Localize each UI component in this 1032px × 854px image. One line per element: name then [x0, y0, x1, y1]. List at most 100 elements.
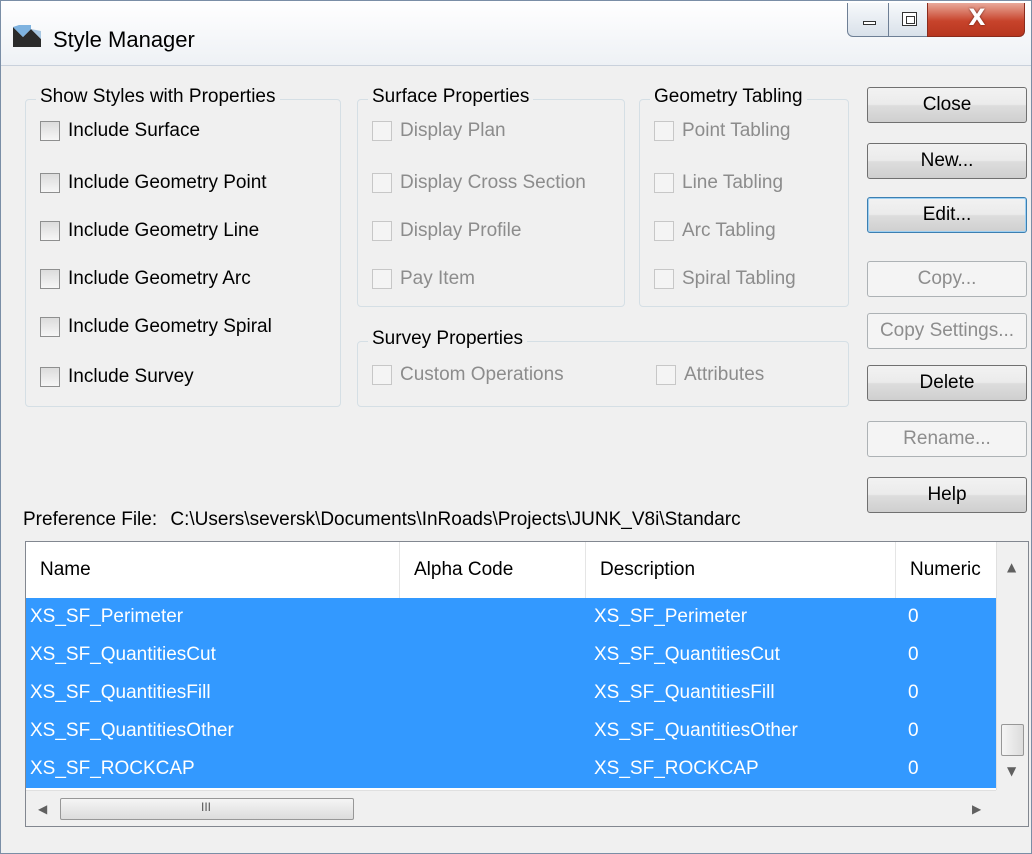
cell-description: XS_SF_ROCKCAP [594, 758, 759, 779]
minimize-button[interactable] [847, 3, 889, 37]
geometry-tabling-legend: Geometry Tabling [650, 86, 807, 108]
scroll-up-icon[interactable]: ▲ [1007, 560, 1016, 574]
column-header-name[interactable]: Name [26, 542, 400, 598]
checkbox-label: Include Geometry Arc [68, 268, 251, 289]
checkbox-box[interactable] [40, 221, 60, 241]
checkbox-label: Display Plan [400, 120, 506, 141]
checkbox-label: Display Cross Section [400, 172, 586, 193]
new-button[interactable]: New... [867, 143, 1027, 179]
close-button[interactable]: Close [867, 87, 1027, 123]
pay-item-checkbox[interactable]: Pay Item [372, 268, 475, 290]
survey-properties-group: Survey Properties Custom Operations Attr… [357, 328, 849, 407]
checkbox-label: Arc Tabling [682, 220, 776, 241]
scrollbar-corner [996, 790, 1028, 826]
checkbox-box[interactable] [372, 221, 392, 241]
cell-name: XS_SF_QuantitiesOther [30, 720, 234, 741]
checkbox-box[interactable] [654, 173, 674, 193]
checkbox-box[interactable] [654, 221, 674, 241]
checkbox-label: Include Survey [68, 366, 194, 387]
show-styles-legend: Show Styles with Properties [36, 86, 280, 108]
include-survey-checkbox[interactable]: Include Survey [40, 366, 194, 388]
edit-button[interactable]: Edit... [867, 197, 1027, 233]
include-surface-checkbox[interactable]: Include Surface [40, 120, 200, 142]
checkbox-label: Include Geometry Point [68, 172, 267, 193]
vertical-scroll-thumb[interactable] [1001, 724, 1024, 756]
include-geometry-arc-checkbox[interactable]: Include Geometry Arc [40, 268, 251, 290]
minimize-icon [863, 21, 876, 25]
surface-properties-legend: Surface Properties [368, 86, 534, 108]
checkbox-box[interactable] [372, 173, 392, 193]
geometry-tabling-group: Geometry Tabling Point Tabling Line Tabl… [639, 86, 849, 307]
include-geometry-point-checkbox[interactable]: Include Geometry Point [40, 172, 267, 194]
checkbox-label: Line Tabling [682, 172, 784, 193]
preference-file: Preference File: C:\Users\seversk\Docume… [23, 509, 851, 531]
cell-numeric: 0 [908, 758, 919, 779]
cell-name: XS_SF_QuantitiesCut [30, 644, 216, 665]
close-icon: X [968, 6, 986, 31]
title-bar[interactable]: Style Manager X [1, 1, 1031, 66]
scroll-right-icon[interactable]: ▶ [972, 802, 981, 816]
styles-list[interactable]: Name Alpha Code Description Numeric XS_S… [25, 541, 1029, 827]
column-header-numeric[interactable]: Numeric [896, 542, 996, 598]
vertical-scrollbar[interactable]: ▲ ▼ [996, 542, 1028, 790]
show-styles-group: Show Styles with Properties Include Surf… [25, 86, 341, 407]
maximize-button[interactable] [888, 3, 928, 37]
include-geometry-line-checkbox[interactable]: Include Geometry Line [40, 220, 259, 242]
cell-numeric: 0 [908, 720, 919, 741]
checkbox-label: Custom Operations [400, 364, 564, 385]
help-button[interactable]: Help [867, 477, 1027, 513]
horizontal-scroll-thumb[interactable]: III [60, 798, 354, 820]
rename-button[interactable]: Rename... [867, 421, 1027, 457]
point-tabling-checkbox[interactable]: Point Tabling [654, 120, 790, 142]
display-cross-section-checkbox[interactable]: Display Cross Section [372, 172, 586, 194]
cell-description: XS_SF_QuantitiesFill [594, 682, 775, 703]
attributes-checkbox[interactable]: Attributes [656, 364, 764, 386]
checkbox-label: Spiral Tabling [682, 268, 796, 289]
checkbox-box[interactable] [40, 121, 60, 141]
table-row[interactable]: XS_SF_QuantitiesFill XS_SF_QuantitiesFil… [26, 674, 996, 712]
horizontal-scrollbar[interactable]: ◀ III ▶ [26, 790, 996, 826]
checkbox-box[interactable] [654, 121, 674, 141]
column-header-description[interactable]: Description [586, 542, 896, 598]
cell-description: XS_SF_Perimeter [594, 606, 748, 627]
checkbox-box[interactable] [40, 367, 60, 387]
checkbox-box[interactable] [372, 121, 392, 141]
include-geometry-spiral-checkbox[interactable]: Include Geometry Spiral [40, 316, 272, 338]
display-plan-checkbox[interactable]: Display Plan [372, 120, 506, 142]
checkbox-label: Include Geometry Spiral [68, 316, 272, 337]
checkbox-box[interactable] [372, 365, 392, 385]
column-header-alpha-code[interactable]: Alpha Code [400, 542, 586, 598]
table-row[interactable]: XS_SF_ROCKCAP XS_SF_ROCKCAP 0 [26, 750, 996, 788]
display-profile-checkbox[interactable]: Display Profile [372, 220, 521, 242]
arc-tabling-checkbox[interactable]: Arc Tabling [654, 220, 776, 242]
scroll-grip-icon: III [201, 800, 212, 814]
checkbox-label: Include Surface [68, 120, 201, 141]
delete-button[interactable]: Delete [867, 365, 1027, 401]
table-row[interactable]: XS_SF_QuantitiesCut XS_SF_QuantitiesCut … [26, 636, 996, 674]
cell-numeric: 0 [908, 606, 919, 627]
table-row[interactable]: XS_SF_QuantitiesOther XS_SF_QuantitiesOt… [26, 712, 996, 750]
close-window-button[interactable]: X [927, 3, 1025, 37]
table-row[interactable]: XS_SF_Perimeter XS_SF_Perimeter 0 [26, 598, 996, 636]
checkbox-label: Pay Item [400, 268, 475, 289]
cell-name: XS_SF_ROCKCAP [30, 758, 195, 779]
copy-button[interactable]: Copy... [867, 261, 1027, 297]
custom-operations-checkbox[interactable]: Custom Operations [372, 364, 564, 386]
list-rows: XS_SF_Perimeter XS_SF_Perimeter 0 XS_SF_… [26, 598, 996, 788]
checkbox-box[interactable] [656, 365, 676, 385]
scroll-down-icon[interactable]: ▼ [1007, 764, 1016, 778]
checkbox-label: Point Tabling [682, 120, 791, 141]
checkbox-label: Include Geometry Line [68, 220, 260, 241]
checkbox-box[interactable] [40, 269, 60, 289]
scroll-left-icon[interactable]: ◀ [38, 802, 47, 816]
copy-settings-button[interactable]: Copy Settings... [867, 313, 1027, 349]
checkbox-box[interactable] [654, 269, 674, 289]
line-tabling-checkbox[interactable]: Line Tabling [654, 172, 783, 194]
spiral-tabling-checkbox[interactable]: Spiral Tabling [654, 268, 796, 290]
surface-properties-group: Surface Properties Display Plan Display … [357, 86, 625, 307]
window-title: Style Manager [53, 27, 195, 52]
checkbox-box[interactable] [40, 173, 60, 193]
cell-numeric: 0 [908, 644, 919, 665]
checkbox-box[interactable] [372, 269, 392, 289]
checkbox-box[interactable] [40, 317, 60, 337]
